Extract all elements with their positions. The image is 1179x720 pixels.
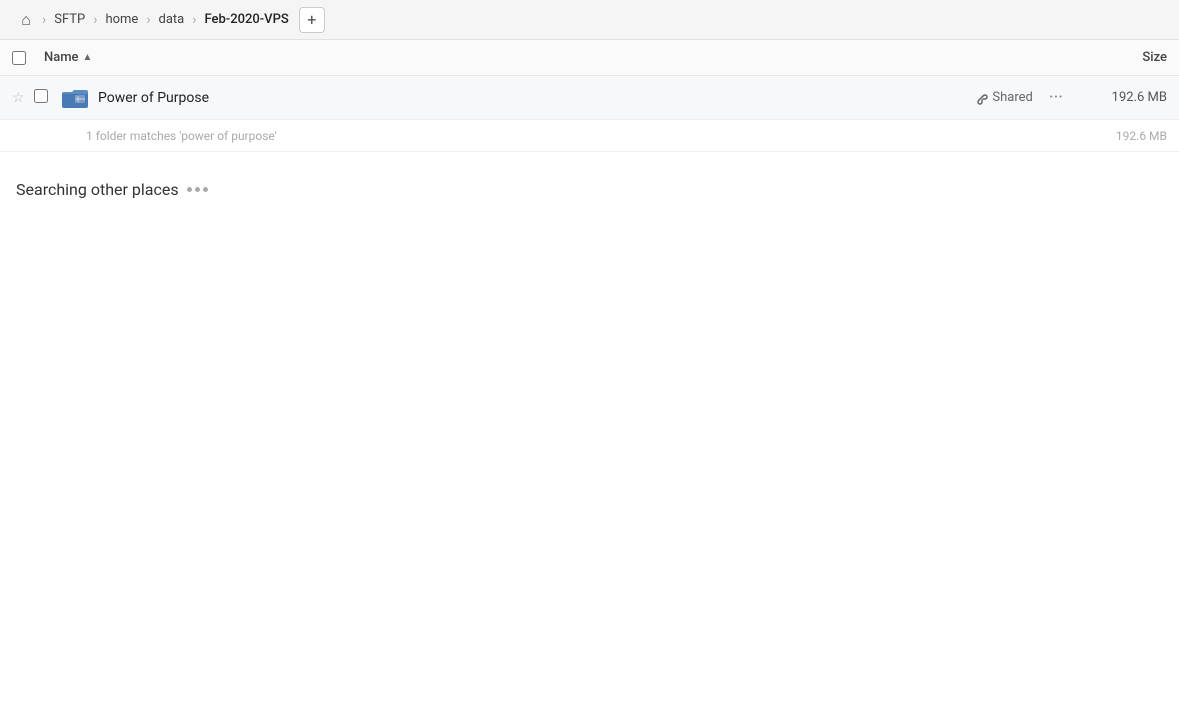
folder-icon-svg xyxy=(62,87,88,109)
header-checkbox-cell xyxy=(12,51,44,65)
breadcrumb-home[interactable]: home xyxy=(99,8,144,31)
breadcrumb-sftp[interactable]: SFTP xyxy=(48,8,91,31)
file-name: Power of Purpose xyxy=(94,90,974,106)
breadcrumb-bar: ⌂ › SFTP › home › data › Feb-2020-VPS + xyxy=(0,0,1179,40)
name-column-header[interactable]: Name ▲ xyxy=(44,50,1047,65)
separator-2: › xyxy=(93,12,97,28)
file-size: 192.6 MB xyxy=(1067,90,1167,105)
loading-indicator xyxy=(187,187,208,192)
breadcrumb-data[interactable]: data xyxy=(153,8,191,31)
shared-badge: Shared xyxy=(974,90,1032,105)
separator-3: › xyxy=(146,12,150,28)
separator-4: › xyxy=(192,12,196,28)
star-icon[interactable]: ☆ xyxy=(12,90,34,106)
shared-label: Shared xyxy=(992,90,1032,105)
row-checkbox-cell xyxy=(34,89,62,107)
match-info-row: 1 folder matches 'power of purpose' 192.… xyxy=(0,120,1179,152)
select-all-checkbox[interactable] xyxy=(12,51,26,65)
loading-dot-1 xyxy=(187,187,192,192)
link-icon xyxy=(974,91,988,105)
breadcrumb-feb2020vps[interactable]: Feb-2020-VPS xyxy=(198,8,294,31)
loading-dot-3 xyxy=(203,187,208,192)
folder-icon xyxy=(62,87,94,109)
match-info-text: 1 folder matches 'power of purpose' xyxy=(86,129,1067,143)
home-icon[interactable]: ⌂ xyxy=(12,6,40,34)
match-info-size: 192.6 MB xyxy=(1067,129,1167,143)
row-checkbox[interactable] xyxy=(34,89,48,103)
column-headers: Name ▲ Size xyxy=(0,40,1179,76)
size-column-header[interactable]: Size xyxy=(1047,50,1167,65)
sort-arrow-icon: ▲ xyxy=(83,52,93,63)
row-actions: Shared ··· xyxy=(974,85,1067,110)
loading-dot-2 xyxy=(195,187,200,192)
searching-section: Searching other places xyxy=(0,152,1179,211)
file-row[interactable]: ☆ Power of Purpose Shared ··· 192.6 MB xyxy=(0,76,1179,120)
separator-1: › xyxy=(42,12,46,28)
searching-label: Searching other places xyxy=(16,180,179,199)
name-column-label: Name xyxy=(44,50,79,65)
add-tab-button[interactable]: + xyxy=(299,7,325,33)
more-options-button[interactable]: ··· xyxy=(1045,85,1067,110)
